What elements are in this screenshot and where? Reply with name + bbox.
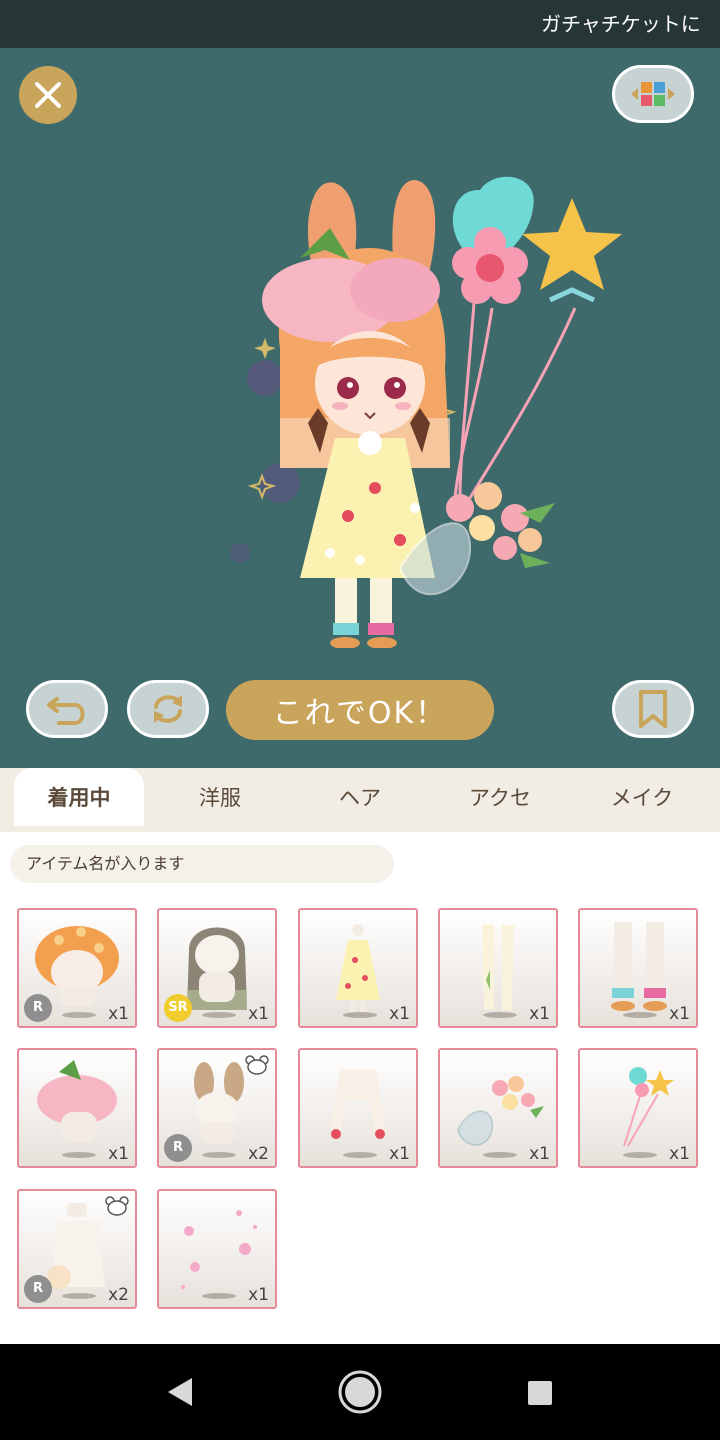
item-shadow [343, 1012, 377, 1018]
item-card[interactable]: x1 [438, 908, 558, 1028]
item-shadow [343, 1152, 377, 1158]
item-quantity: x1 [248, 1285, 269, 1305]
tab-label: アクセ [469, 786, 531, 810]
item-card[interactable]: x1 [298, 1048, 418, 1168]
rotate-button[interactable] [127, 680, 209, 738]
close-button[interactable] [19, 66, 77, 124]
tab-label: ヘア [339, 786, 381, 810]
item-shadow [202, 1152, 236, 1158]
tab-hair[interactable]: ヘア [295, 768, 425, 826]
item-shadow [62, 1293, 96, 1299]
item-panel: アイテム名が入ります R x1 SR x1 x1 x1 x1 x1 R x2 x… [0, 832, 720, 1344]
rarity-badge: R [24, 994, 52, 1022]
item-quantity: x1 [529, 1144, 550, 1164]
ticker-banner: ガチャチケットに [0, 0, 720, 48]
item-shadow [623, 1012, 657, 1018]
tab-label: 洋服 [199, 786, 241, 810]
item-card[interactable]: R x2 [157, 1048, 277, 1168]
rarity-badge: SR [164, 994, 192, 1022]
tab-accessories[interactable]: アクセ [435, 768, 565, 826]
tab-clothes[interactable]: 洋服 [155, 768, 285, 826]
item-quantity: x1 [669, 1144, 690, 1164]
bookmark-icon [639, 690, 667, 728]
avatar-stage: これでOK！ [0, 48, 720, 768]
color-palette-icon [631, 82, 675, 106]
item-shadow [483, 1012, 517, 1018]
item-name-display: アイテム名が入ります [10, 845, 394, 883]
ok-button-label: これでOK！ [272, 696, 448, 731]
ok-button[interactable]: これでOK！ [226, 680, 494, 740]
item-quantity: x2 [248, 1144, 269, 1164]
undo-button[interactable] [26, 680, 108, 738]
home-icon[interactable] [336, 1368, 384, 1416]
item-shadow [62, 1152, 96, 1158]
item-quantity: x1 [389, 1144, 410, 1164]
item-card[interactable]: SR x1 [157, 908, 277, 1028]
bear-icon [105, 1196, 129, 1216]
item-card[interactable]: R x2 [17, 1189, 137, 1309]
item-shadow [202, 1293, 236, 1299]
avatar-illustration [230, 176, 622, 648]
rarity-badge: R [164, 1134, 192, 1162]
item-shadow [623, 1152, 657, 1158]
item-quantity: x1 [108, 1004, 129, 1024]
item-card[interactable]: x1 [17, 1048, 137, 1168]
item-quantity: x2 [108, 1285, 129, 1305]
item-card[interactable]: x1 [157, 1189, 277, 1309]
rotate-icon [154, 695, 182, 723]
tab-makeup[interactable]: メイク [577, 768, 707, 826]
recents-icon[interactable] [527, 1380, 553, 1406]
bookmark-button[interactable] [612, 680, 694, 738]
back-icon[interactable] [164, 1375, 196, 1409]
item-card[interactable]: x1 [578, 908, 698, 1028]
rarity-badge: R [24, 1275, 52, 1303]
item-quantity: x1 [529, 1004, 550, 1024]
item-quantity: x1 [248, 1004, 269, 1024]
item-shadow [62, 1012, 96, 1018]
item-card[interactable]: R x1 [17, 908, 137, 1028]
close-icon [35, 82, 61, 108]
item-card[interactable]: x1 [438, 1048, 558, 1168]
item-quantity: x1 [669, 1004, 690, 1024]
item-quantity: x1 [389, 1004, 410, 1024]
color-change-button[interactable] [612, 65, 694, 123]
item-shadow [202, 1012, 236, 1018]
system-nav-bar [0, 1344, 720, 1440]
tab-label: メイク [610, 786, 674, 810]
item-quantity: x1 [108, 1144, 129, 1164]
undo-icon [47, 697, 85, 725]
ticker-text: ガチャチケットに [541, 12, 701, 36]
tab-wearing[interactable]: 着用中 [14, 768, 144, 826]
item-shadow [483, 1152, 517, 1158]
item-card[interactable]: x1 [578, 1048, 698, 1168]
item-card[interactable]: x1 [298, 908, 418, 1028]
category-tabs: 着用中 洋服 ヘア アクセ メイク [0, 768, 720, 832]
tab-label: 着用中 [47, 786, 111, 810]
bear-icon [245, 1055, 269, 1075]
